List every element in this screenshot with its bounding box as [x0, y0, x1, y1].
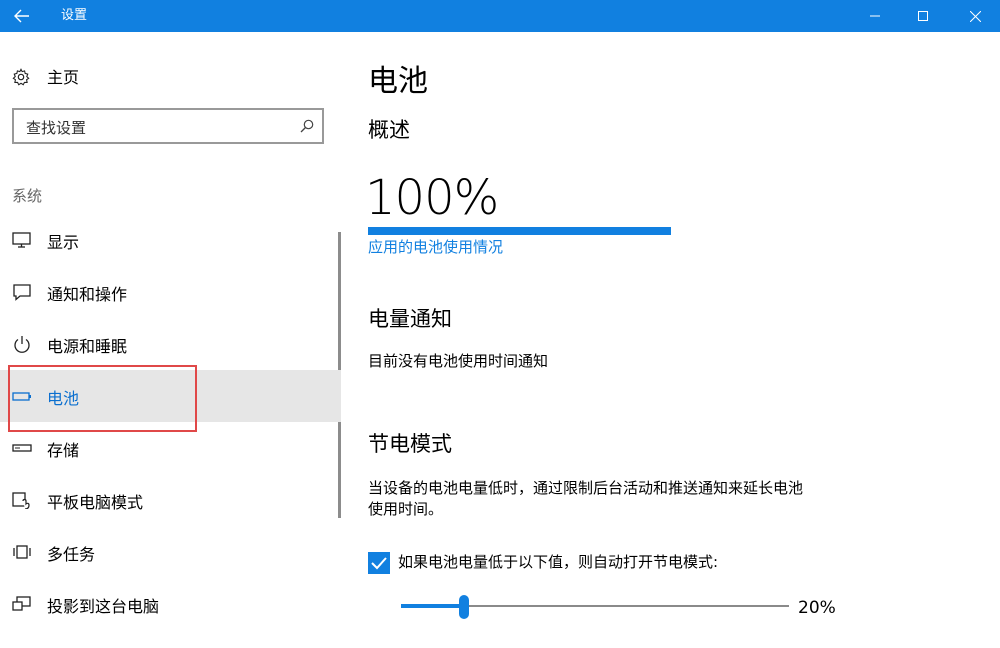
auto-saver-checkbox[interactable] [368, 552, 390, 574]
saver-threshold-value: 20% [798, 598, 836, 618]
sidebar-item-project[interactable]: 投影到这台电脑 [0, 578, 341, 630]
monitor-icon [12, 232, 31, 248]
minimize-icon [870, 15, 880, 17]
sidebar-item-power-sleep[interactable]: 电源和睡眠 [0, 318, 341, 370]
search-placeholder: 查找设置 [26, 119, 87, 137]
search-input[interactable]: 查找设置 [12, 108, 324, 144]
sidebar-item-label: 显示 [47, 233, 80, 252]
sidebar-item-multitasking[interactable]: 多任务 [0, 526, 341, 578]
back-button[interactable] [0, 0, 44, 32]
close-icon [969, 10, 981, 22]
sidebar-item-display[interactable]: 显示 [0, 214, 341, 266]
tablet-icon [12, 492, 30, 509]
overview-heading: 概述 [368, 118, 410, 142]
app-battery-usage-link[interactable]: 应用的电池使用情况 [368, 236, 503, 257]
notification-text: 目前没有电池使用时间通知 [368, 352, 549, 370]
maximize-icon [918, 11, 928, 21]
battery-level-fill [368, 227, 671, 235]
saver-heading: 节电模式 [368, 432, 452, 456]
storage-icon [12, 444, 32, 452]
close-button[interactable] [952, 0, 998, 32]
project-icon [12, 596, 31, 611]
sidebar-item-label: 多任务 [47, 545, 96, 564]
sidebar-item-label: 平板电脑模式 [47, 493, 144, 512]
battery-percentage: 100% [365, 170, 499, 226]
sidebar-item-notifications[interactable]: 通知和操作 [0, 266, 341, 318]
sidebar-item-label: 投影到这台电脑 [47, 597, 160, 616]
notification-heading: 电量通知 [368, 307, 452, 331]
page-title: 电池 [368, 64, 428, 99]
gear-icon [12, 68, 30, 86]
battery-level-bar [368, 227, 671, 235]
saver-threshold-slider-thumb[interactable] [459, 595, 470, 619]
back-arrow-icon [14, 9, 29, 23]
power-icon [14, 336, 30, 353]
minimize-button[interactable] [852, 0, 898, 32]
main-content: 电池 概述 100% 应用的电池使用情况 电量通知 目前没有电池使用时间通知 节… [365, 32, 988, 648]
checkmark-icon [371, 557, 387, 570]
title-bar: 设置 [0, 0, 1000, 32]
saver-description-line2: 使用时间。 [368, 500, 444, 518]
multitask-icon [13, 545, 31, 559]
saver-description-line1: 当设备的电池电量低时，通过限制后台活动和推送通知来延长电池 [368, 479, 804, 497]
maximize-button[interactable] [900, 0, 946, 32]
group-label-system: 系统 [12, 187, 43, 205]
sidebar-item-label: 电源和睡眠 [47, 337, 128, 356]
message-icon [13, 284, 31, 301]
sidebar-item-label: 存储 [47, 441, 80, 460]
search-icon [300, 119, 314, 133]
sidebar-item-tablet-mode[interactable]: 平板电脑模式 [0, 474, 341, 526]
selection-highlight [8, 365, 197, 432]
saver-threshold-slider-fill [401, 604, 460, 608]
sidebar-item-label: 通知和操作 [47, 285, 128, 304]
sidebar: 主页 查找设置 系统 显示 通知和操作 电源和睡眠 电池 存储 平板电脑模式 多… [0, 32, 341, 648]
window-title: 设置 [61, 8, 88, 23]
home-label: 主页 [47, 68, 80, 87]
sidebar-home[interactable]: 主页 [0, 60, 341, 92]
auto-saver-label: 如果电池电量低于以下值，则自动打开节电模式: [398, 553, 719, 571]
